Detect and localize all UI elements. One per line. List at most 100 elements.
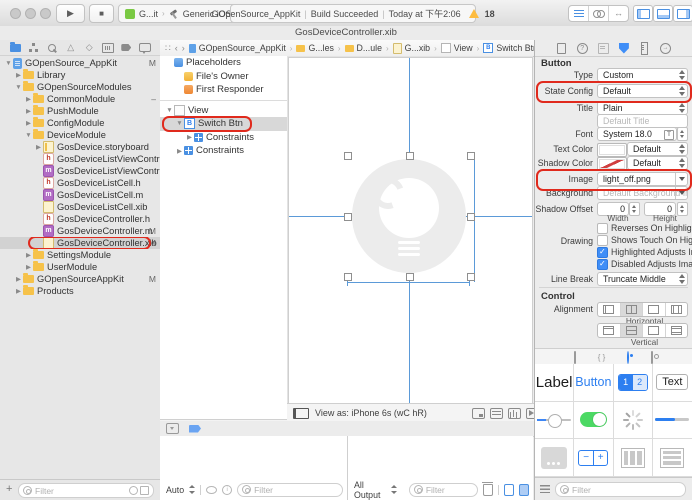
breadcrumb-item[interactable]: G...les xyxy=(296,43,333,53)
navigator-row[interactable]: ▶UserModule xyxy=(0,261,160,273)
interface-builder-canvas[interactable] xyxy=(287,56,533,403)
horizontal-alignment-segmented[interactable] xyxy=(597,302,688,317)
font-size-stepper[interactable] xyxy=(677,127,688,141)
breakpoints-toggle-icon[interactable] xyxy=(189,425,201,433)
navigator-row[interactable]: ▶ConfigModule xyxy=(0,117,160,129)
navigator-row[interactable]: GosDeviceListCell.xib xyxy=(0,201,160,213)
navigator-row[interactable]: ▼DeviceModule xyxy=(0,129,160,141)
file-template-library-tab[interactable] xyxy=(574,352,576,363)
disclosure-triangle-icon[interactable]: ▼ xyxy=(4,60,13,67)
switch-button-image[interactable] xyxy=(352,159,466,273)
standard-editor-button[interactable] xyxy=(569,6,589,21)
align-fill-segment[interactable] xyxy=(666,303,688,316)
show-console-view-button[interactable] xyxy=(519,484,529,496)
resize-handle-right[interactable] xyxy=(467,213,475,221)
test-navigator-tab[interactable]: ◇ xyxy=(83,42,95,53)
breadcrumb-item[interactable]: D...ule xyxy=(345,43,382,53)
navigator-row[interactable]: GosDeviceController.mM xyxy=(0,225,160,237)
shadow-color-well[interactable] xyxy=(597,157,627,171)
add-file-button[interactable]: + xyxy=(6,484,12,495)
navigator-row[interactable]: GosDeviceListCell.m xyxy=(0,189,160,201)
variables-filter-field[interactable]: Filter xyxy=(237,483,343,497)
progress-view-object[interactable] xyxy=(653,402,692,440)
code-snippet-library-tab[interactable]: { } xyxy=(598,353,606,362)
toggle-debug-area-button[interactable] xyxy=(653,5,673,22)
breadcrumb-item[interactable]: G...xib xyxy=(393,43,430,54)
navigator-row[interactable]: GosDeviceListCell.h xyxy=(0,177,160,189)
navigator-row[interactable]: GosDeviceListViewController.h xyxy=(0,153,160,165)
background-combo[interactable]: Default Background Image xyxy=(597,186,688,200)
disclosure-triangle-icon[interactable]: ▼ xyxy=(165,107,174,114)
show-variables-view-button[interactable] xyxy=(504,484,514,496)
zoom-window-button[interactable] xyxy=(40,8,51,19)
variables-scope-popup[interactable]: Auto xyxy=(166,485,184,495)
outline-row[interactable]: File's Owner xyxy=(160,70,287,84)
align-icon[interactable] xyxy=(490,408,503,419)
navigator-row[interactable]: GosDeviceController.h xyxy=(0,213,160,225)
navigator-row[interactable]: GosDeviceController.xibM xyxy=(0,237,160,249)
navigator-row[interactable]: ▶CommonModule– xyxy=(0,93,160,105)
vertical-alignment-segmented[interactable] xyxy=(597,323,688,338)
toggle-utilities-button[interactable] xyxy=(673,5,692,22)
identity-inspector-tab[interactable] xyxy=(598,43,609,54)
size-inspector-tab[interactable] xyxy=(639,43,650,54)
clear-console-icon[interactable] xyxy=(483,484,492,496)
label-object[interactable]: Label xyxy=(535,364,574,402)
align-right-segment[interactable] xyxy=(643,303,666,316)
disclosure-triangle-icon[interactable]: ▶ xyxy=(34,143,43,151)
activity-indicator-object[interactable] xyxy=(614,402,653,440)
forward-button[interactable]: › xyxy=(182,43,185,53)
outline-row[interactable]: First Responder xyxy=(160,83,287,97)
symbol-navigator-tab[interactable] xyxy=(28,42,40,53)
resize-handle-left[interactable] xyxy=(344,213,352,221)
report-navigator-tab[interactable] xyxy=(139,42,151,53)
width-constraint-bar[interactable] xyxy=(347,282,470,283)
navigator-row[interactable]: ▶PushModule xyxy=(0,105,160,117)
object-library-tab[interactable] xyxy=(627,352,629,363)
outline-row[interactable]: ▶Constraints xyxy=(160,144,287,158)
type-popup[interactable]: Custom xyxy=(597,68,688,82)
disclosure-triangle-icon[interactable]: ▶ xyxy=(24,119,33,127)
shadow-color-popup[interactable]: Default xyxy=(627,156,688,170)
quicklook-icon[interactable] xyxy=(206,486,217,494)
checkbox[interactable] xyxy=(597,259,608,270)
checkbox[interactable] xyxy=(597,235,608,246)
connections-inspector-tab[interactable]: → xyxy=(660,43,671,54)
disclosure-triangle-icon[interactable]: ▶ xyxy=(14,71,23,79)
disclosure-triangle-icon[interactable]: ▶ xyxy=(14,275,23,283)
library-filter-field[interactable]: Filter xyxy=(555,482,686,497)
image-combo[interactable]: light_off.png xyxy=(597,172,688,186)
assistant-editor-button[interactable] xyxy=(589,6,609,21)
resize-handle-top-right[interactable] xyxy=(467,152,475,160)
align-bottom-segment[interactable] xyxy=(643,324,666,337)
warning-count[interactable]: 18 xyxy=(485,9,495,19)
text-color-popup[interactable]: Default xyxy=(627,142,688,156)
disclosure-triangle-icon[interactable]: ▶ xyxy=(175,147,184,155)
console-filter-field[interactable]: Filter xyxy=(409,483,478,497)
file-inspector-tab[interactable] xyxy=(556,43,567,54)
disclosure-triangle-icon[interactable]: ▼ xyxy=(14,84,23,91)
horizontal-stack-view-object[interactable] xyxy=(614,439,653,477)
text-field-object[interactable]: Text xyxy=(653,364,692,402)
vertical-stack-view-object[interactable] xyxy=(653,439,692,477)
embed-in-stack-icon[interactable] xyxy=(472,408,485,419)
resize-handle-top-left[interactable] xyxy=(344,152,352,160)
info-icon[interactable]: i xyxy=(222,485,232,495)
debug-navigator-tab[interactable] xyxy=(102,42,114,53)
navigator-row[interactable]: ▶GOpenSourceAppKitM xyxy=(0,273,160,285)
align-vfill-segment[interactable] xyxy=(666,324,688,337)
breakpoint-navigator-tab[interactable] xyxy=(120,42,132,53)
outline-row[interactable]: ▼Switch Btn xyxy=(160,117,287,131)
hide-debug-area-icon[interactable] xyxy=(166,423,179,434)
checkbox[interactable] xyxy=(597,247,608,258)
device-icon[interactable] xyxy=(293,408,309,419)
slider-object[interactable] xyxy=(535,402,574,440)
scm-status-filter-icon[interactable] xyxy=(140,486,149,495)
text-color-well[interactable] xyxy=(597,143,627,157)
state-config-popup[interactable]: Default xyxy=(597,84,688,98)
align-left-segment[interactable] xyxy=(598,303,621,316)
disclosure-triangle-icon[interactable]: ▼ xyxy=(24,132,33,139)
checkbox[interactable] xyxy=(597,223,608,234)
run-button[interactable]: ▶ xyxy=(56,4,85,23)
title-popup[interactable]: Plain xyxy=(597,101,688,115)
